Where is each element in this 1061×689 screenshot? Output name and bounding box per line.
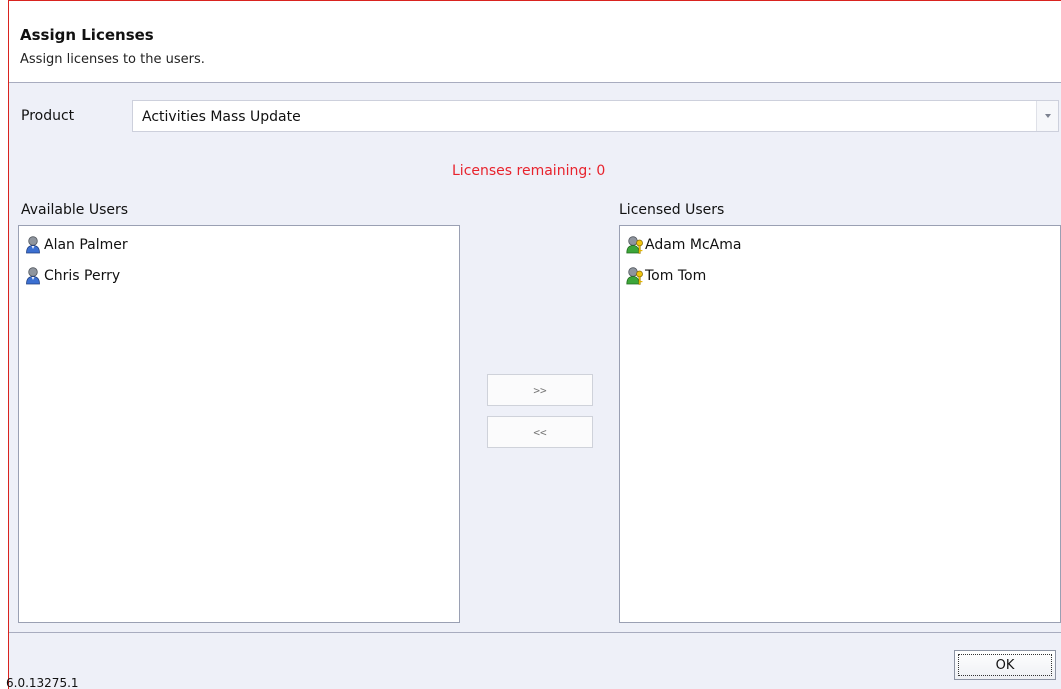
dialog-subtitle: Assign licenses to the users. — [20, 52, 205, 67]
available-users-list[interactable]: Alan Palmer Chris Perry — [18, 225, 460, 623]
ok-button[interactable]: OK — [954, 650, 1056, 680]
dialog-border-left — [8, 0, 9, 689]
licensed-user-icon — [626, 266, 643, 285]
licensed-user-icon — [626, 235, 643, 254]
user-icon — [26, 266, 40, 284]
list-item-label: Tom Tom — [645, 267, 707, 284]
product-selected-value: Activities Mass Update — [142, 109, 301, 125]
list-item-adam-mcama[interactable]: Adam McAma — [620, 229, 1060, 260]
user-icon — [26, 235, 40, 253]
add-license-button[interactable]: >> — [487, 374, 593, 406]
product-label: Product — [21, 108, 75, 124]
licensed-users-label: Licensed Users — [619, 202, 725, 218]
version-text: 6.0.13275.1 — [6, 676, 79, 689]
footer-divider — [9, 632, 1061, 633]
licenses-remaining-text: Licenses remaining: 0 — [452, 163, 606, 179]
available-users-label: Available Users — [21, 202, 129, 218]
list-item-label: Chris Perry — [44, 267, 121, 284]
remove-license-button[interactable]: << — [487, 416, 593, 448]
page-edge — [0, 0, 8, 689]
focus-outline — [958, 654, 1052, 676]
dropdown-arrow-button[interactable] — [1036, 101, 1058, 131]
list-item-label: Adam McAma — [645, 236, 742, 253]
list-item-alan-palmer[interactable]: Alan Palmer — [19, 229, 459, 260]
dialog-header: Assign Licenses Assign licenses to the u… — [9, 1, 1061, 83]
list-item-tom-tom[interactable]: Tom Tom — [620, 260, 1060, 291]
assign-licenses-dialog: Assign Licenses Assign licenses to the u… — [0, 0, 1061, 689]
dialog-title: Assign Licenses — [20, 26, 154, 44]
licensed-users-list[interactable]: Adam McAma Tom Tom — [619, 225, 1061, 623]
chevron-down-icon — [1044, 114, 1051, 118]
list-item-chris-perry[interactable]: Chris Perry — [19, 260, 459, 291]
product-dropdown[interactable]: Activities Mass Update — [132, 100, 1059, 132]
list-item-label: Alan Palmer — [44, 236, 128, 253]
